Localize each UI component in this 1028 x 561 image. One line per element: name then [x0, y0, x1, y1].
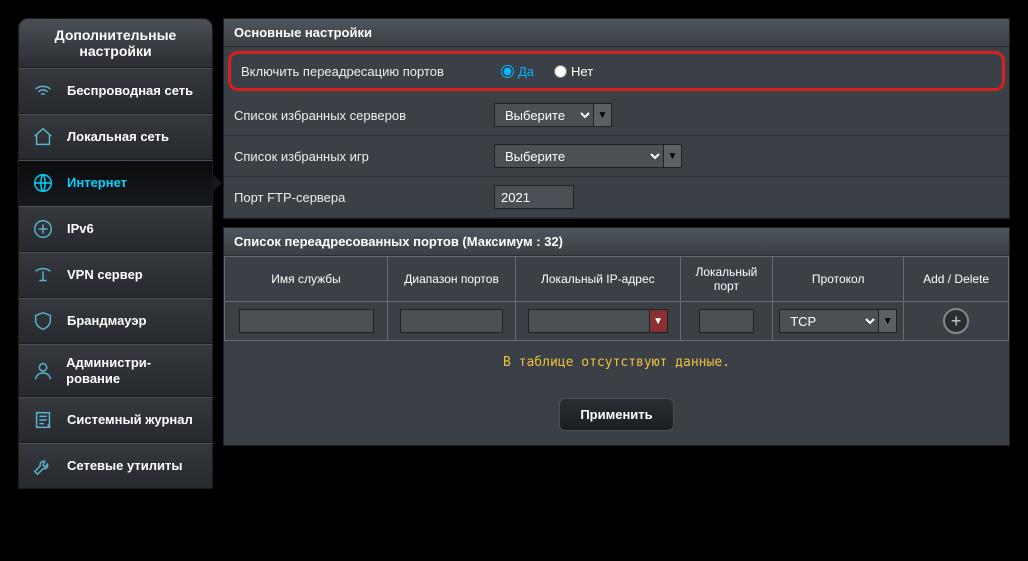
home-icon	[31, 125, 55, 149]
shield-icon	[31, 309, 55, 333]
col-local-ip: Локальный IP-адрес	[516, 257, 681, 302]
sidebar-item-syslog[interactable]: Системный журнал	[18, 397, 213, 443]
chevron-down-icon: ▼	[664, 144, 682, 168]
chevron-down-icon: ▼	[879, 309, 897, 333]
protocol-select[interactable]: TCP	[779, 309, 879, 333]
sidebar-item-label: Интернет	[67, 175, 127, 191]
col-actions: Add / Delete	[904, 257, 1009, 302]
range-input[interactable]	[400, 309, 503, 333]
sidebar-item-lan[interactable]: Локальная сеть	[18, 114, 213, 160]
favorite-games-label: Список избранных игр	[234, 149, 494, 164]
sidebar-item-label: Сетевые утилиты	[67, 458, 182, 474]
chevron-down-icon: ▼	[594, 103, 612, 127]
enable-port-forwarding-row: Включить переадресацию портов Да Нет	[228, 51, 1005, 91]
sidebar-item-wireless[interactable]: Беспроводная сеть	[18, 68, 213, 114]
sidebar-item-firewall[interactable]: Брандмауэр	[18, 298, 213, 344]
radio-yes-input[interactable]	[501, 65, 514, 78]
radio-yes[interactable]: Да	[501, 64, 534, 79]
ftp-port-label: Порт FTP-сервера	[234, 190, 494, 205]
main-content: Основные настройки Включить переадресаци…	[223, 18, 1010, 489]
favorite-servers-row: Список избранных серверов Выберите ▼	[224, 95, 1009, 136]
sidebar-item-label: Локальная сеть	[67, 129, 169, 145]
favorite-servers-label: Список избранных серверов	[234, 108, 494, 123]
empty-table-msg: В таблице отсутствуют данные.	[224, 341, 1009, 384]
sidebar-item-internet[interactable]: Интернет	[18, 160, 213, 206]
globe-icon	[31, 171, 55, 195]
table-row: ▼ TCP ▼ +	[225, 302, 1009, 341]
port-forward-panel: Список переадресованных портов (Максимум…	[223, 227, 1010, 446]
sidebar-item-vpn[interactable]: VPN сервер	[18, 252, 213, 298]
log-icon	[31, 408, 55, 432]
sidebar-item-label: Администри-рование	[66, 355, 200, 386]
sidebar-title: Дополнительные настройки	[18, 18, 213, 68]
sidebar-item-admin[interactable]: Администри-рование	[18, 344, 213, 397]
apply-row: Применить	[224, 384, 1009, 445]
sidebar-item-label: Брандмауэр	[67, 313, 146, 329]
sidebar-item-label: Системный журнал	[67, 412, 193, 428]
favorite-games-select[interactable]: Выберите	[494, 144, 664, 168]
wifi-icon	[31, 79, 55, 103]
ipv6-icon	[31, 217, 55, 241]
col-protocol: Протокол	[773, 257, 904, 302]
ftp-port-row: Порт FTP-сервера	[224, 177, 1009, 218]
port-forward-table: Имя службы Диапазон портов Локальный IP-…	[224, 256, 1009, 341]
col-service: Имя службы	[225, 257, 388, 302]
port-forward-header: Список переадресованных портов (Максимум…	[224, 228, 1009, 256]
apply-button[interactable]: Применить	[559, 398, 673, 431]
ftp-port-input[interactable]	[494, 185, 574, 209]
service-input[interactable]	[239, 309, 374, 333]
sidebar-item-label: Беспроводная сеть	[67, 83, 193, 99]
sidebar-item-label: IPv6	[67, 221, 94, 237]
col-local-port: Локальный порт	[680, 257, 773, 302]
favorite-servers-select[interactable]: Выберите	[494, 103, 594, 127]
local-port-input[interactable]	[699, 309, 755, 333]
radio-no-input[interactable]	[554, 65, 567, 78]
chevron-down-icon[interactable]: ▼	[650, 309, 668, 333]
add-button[interactable]: +	[943, 308, 969, 334]
col-range: Диапазон портов	[388, 257, 516, 302]
basic-settings-panel: Основные настройки Включить переадресаци…	[223, 18, 1010, 219]
sidebar-item-ipv6[interactable]: IPv6	[18, 206, 213, 252]
favorite-games-row: Список избранных игр Выберите ▼	[224, 136, 1009, 177]
enable-label: Включить переадресацию портов	[241, 64, 501, 79]
sidebar: Дополнительные настройки Беспроводная се…	[18, 18, 213, 489]
sidebar-item-label: VPN сервер	[67, 267, 143, 283]
local-ip-input[interactable]	[528, 309, 650, 333]
basic-settings-header: Основные настройки	[224, 19, 1009, 47]
person-icon	[31, 359, 54, 383]
wrench-icon	[31, 454, 55, 478]
vpn-icon	[31, 263, 55, 287]
sidebar-item-tools[interactable]: Сетевые утилиты	[18, 443, 213, 489]
radio-no[interactable]: Нет	[554, 64, 593, 79]
